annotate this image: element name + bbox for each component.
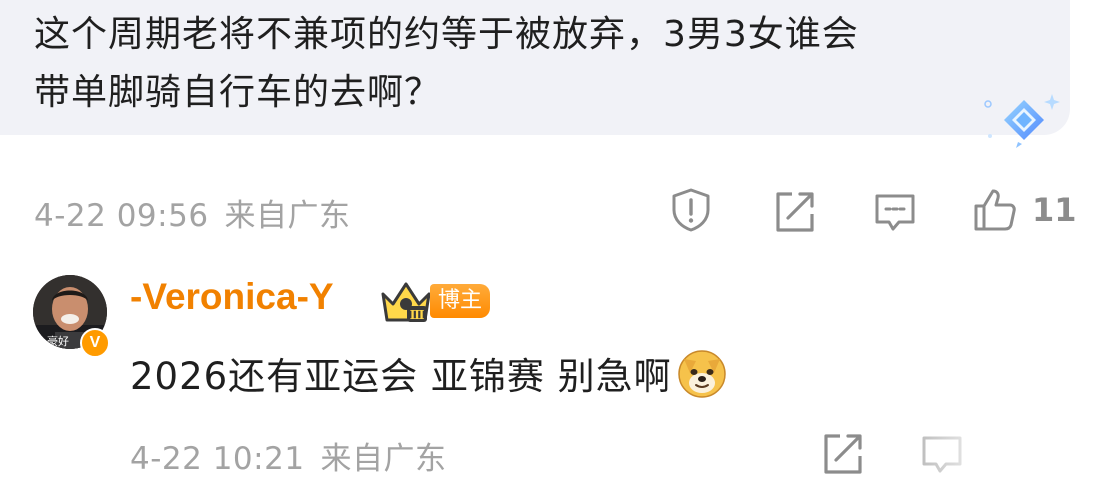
- reply-location: 来自广东: [320, 441, 447, 477]
- reply-meta: 4-22 10:21 来自广东: [130, 433, 447, 478]
- like-count: 11: [1032, 191, 1077, 229]
- avatar-caption: 豪好: [47, 334, 69, 348]
- report-icon: [672, 188, 710, 232]
- reply-icon: [875, 194, 915, 231]
- reply-button[interactable]: [871, 188, 919, 236]
- comment-location: 来自广东: [224, 198, 351, 234]
- share-icon: [776, 192, 814, 232]
- comment-date: 4-22 09:56: [34, 198, 209, 234]
- share-icon: [824, 434, 862, 474]
- weibo-comment-thread: 这个周期老将不兼项的约等于被放弃，3男3女谁会 带单脚骑自行车的去啊？ 4-22…: [0, 0, 1113, 483]
- report-button[interactable]: [667, 186, 715, 234]
- reply-username[interactable]: -Veronica-Y: [130, 276, 334, 318]
- verified-badge: V: [80, 328, 110, 358]
- comment-bubble: 这个周期老将不兼项的约等于被放弃，3男3女谁会 带单脚骑自行车的去啊？: [0, 0, 1070, 148]
- bottom-fade-overlay: [860, 420, 1113, 483]
- like-button[interactable]: [971, 186, 1019, 234]
- reply-text: 2026还有亚运会 亚锦赛 别急啊: [130, 355, 672, 398]
- crown-icon: Ⅲ: [381, 282, 431, 322]
- comment-text: 这个周期老将不兼项的约等于被放弃，3男3女谁会 带单脚骑自行车的去啊？: [34, 14, 859, 113]
- like-icon: [974, 189, 1016, 231]
- crown-level: Ⅲ: [410, 308, 425, 322]
- comment-meta: 4-22 09:56 来自广东: [34, 190, 351, 235]
- ai-sparkle-icon[interactable]: [980, 92, 1062, 152]
- reply-share-button[interactable]: [818, 430, 866, 478]
- share-button[interactable]: [770, 188, 818, 236]
- doge-emoji-icon: [677, 350, 726, 398]
- reply-date: 4-22 10:21: [130, 441, 305, 477]
- reply-text-row: 2026还有亚运会 亚锦赛 别急啊: [130, 346, 728, 400]
- blogger-tag: 博主: [430, 284, 491, 318]
